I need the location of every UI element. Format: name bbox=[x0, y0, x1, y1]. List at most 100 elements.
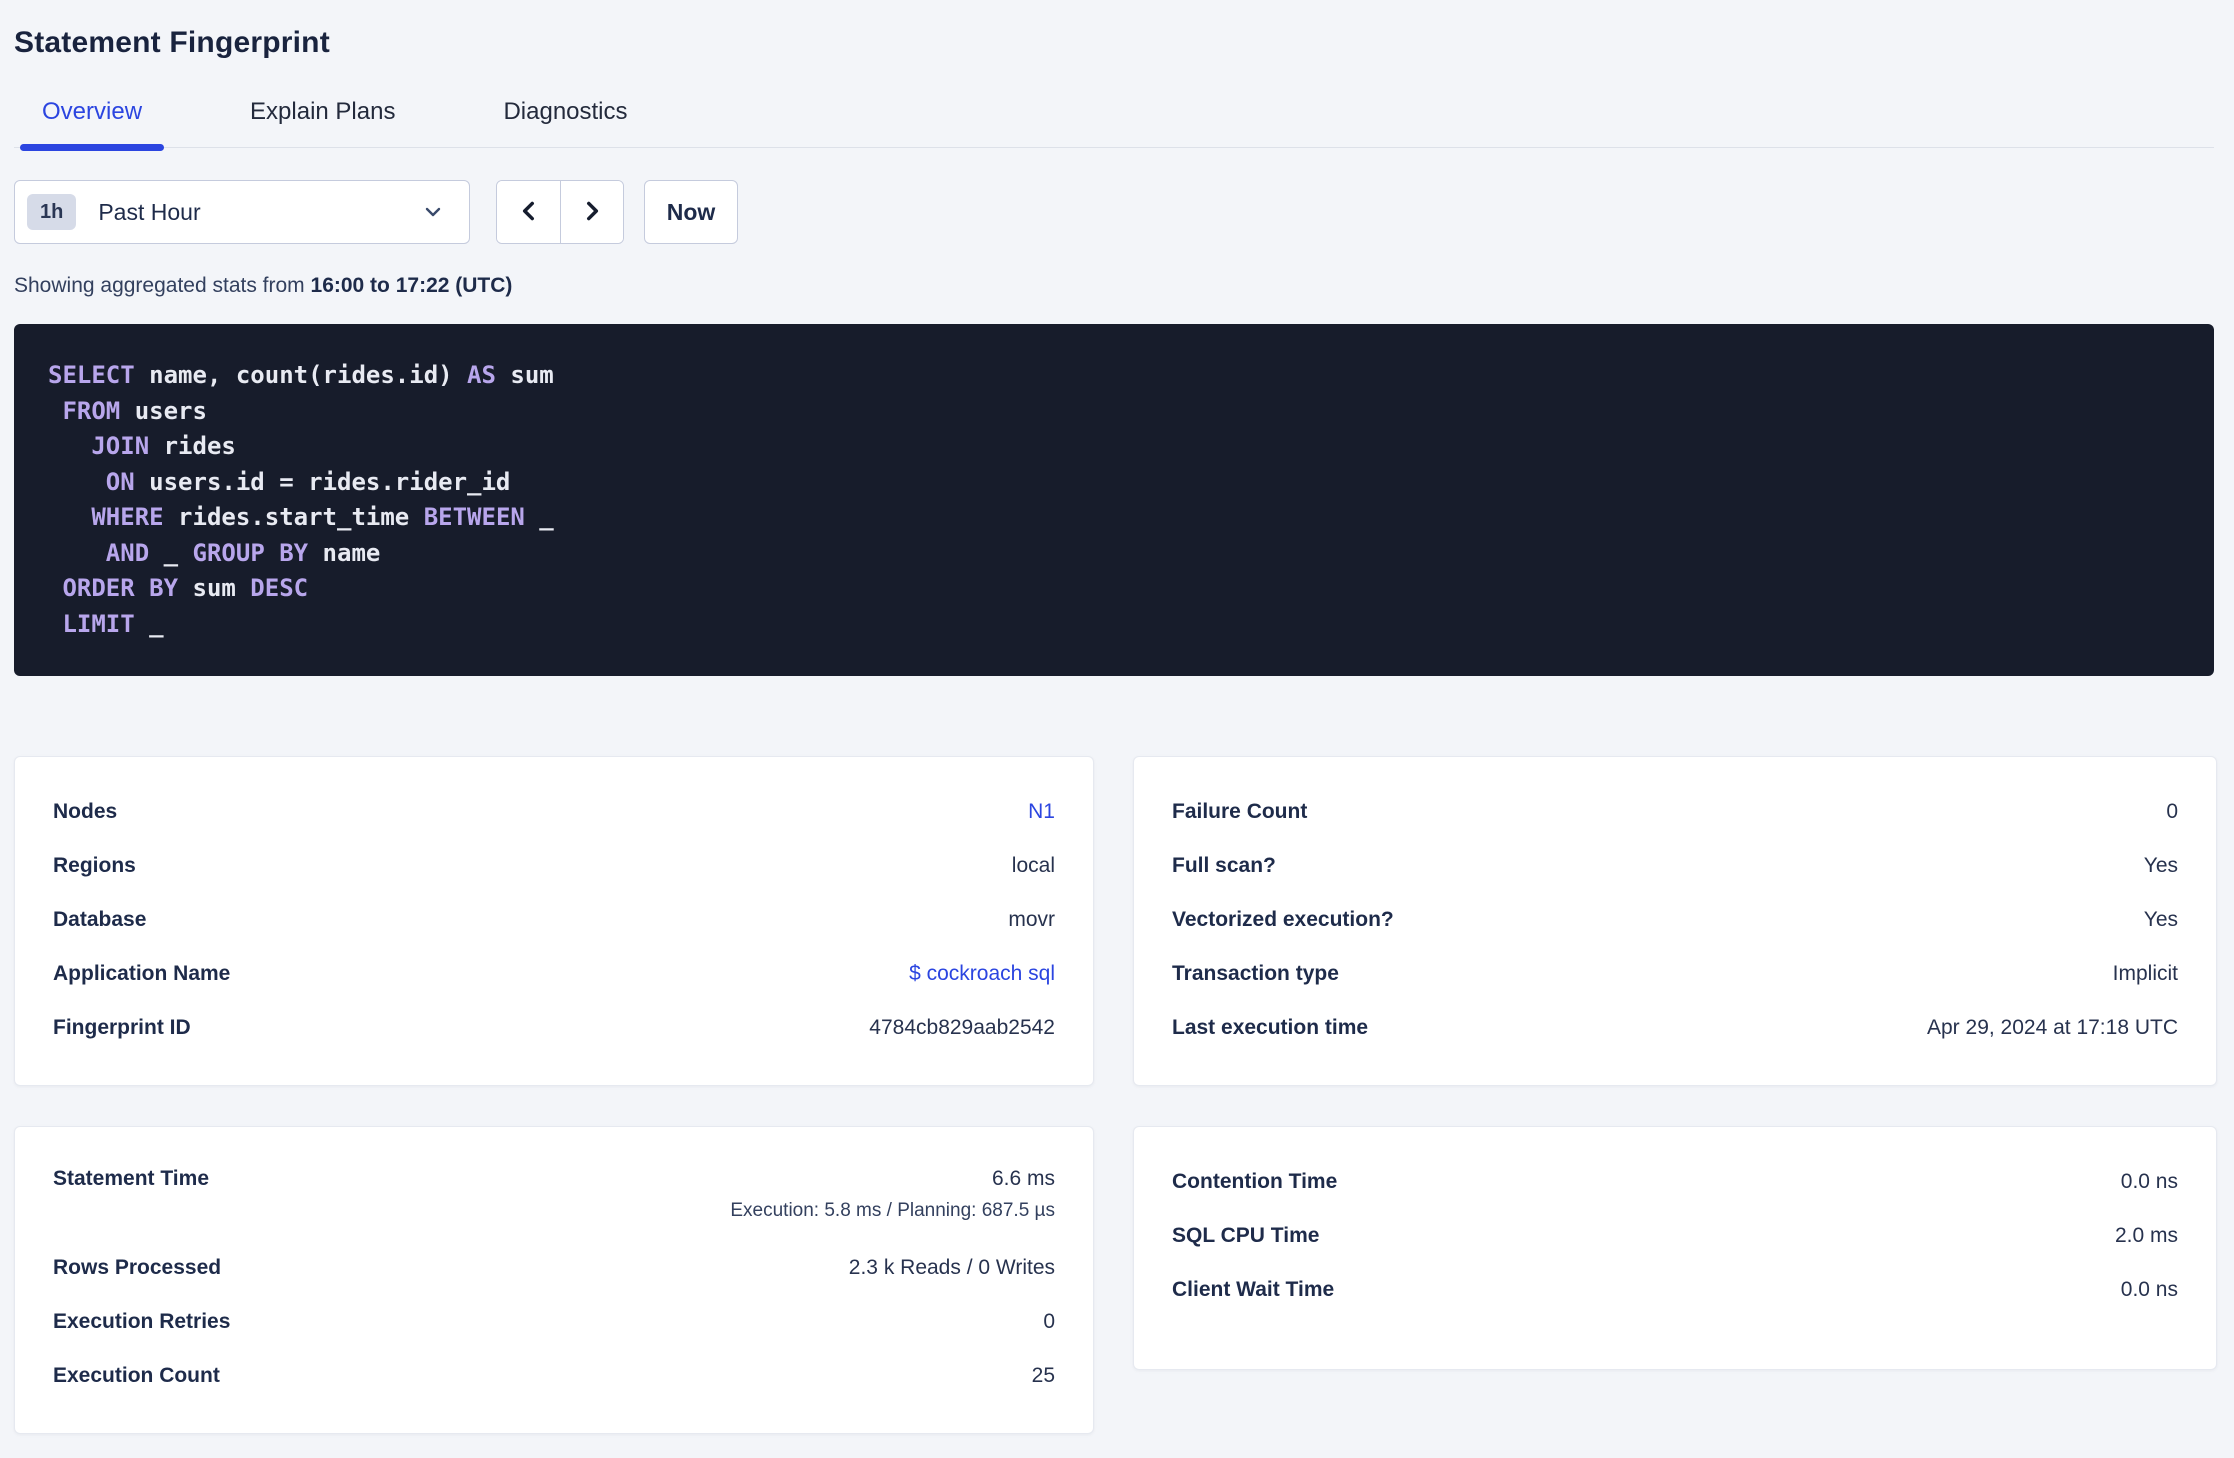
stat-value-vectorized-execution: Yes bbox=[2143, 908, 2178, 931]
stat-value-transaction-type: Implicit bbox=[2112, 962, 2178, 985]
tab-explain-plans[interactable]: Explain Plans bbox=[228, 98, 417, 147]
stat-value-block: movr bbox=[1008, 908, 1055, 932]
stat-value-link-nodes[interactable]: N1 bbox=[1028, 800, 1055, 824]
stat-value-execution-count: 25 bbox=[1031, 1364, 1055, 1387]
stat-row: Failure Count 0 bbox=[1172, 785, 2178, 839]
sql-line: LIMIT _ bbox=[48, 607, 2180, 643]
sql-text: _ bbox=[134, 609, 164, 638]
time-range-label: Past Hour bbox=[98, 198, 201, 225]
stat-value-block: 2.0 ms bbox=[2115, 1224, 2178, 1248]
stat-value-block: N1 bbox=[1028, 800, 1055, 824]
stat-label-last-execution-time: Last execution time bbox=[1172, 1016, 1369, 1039]
sql-text: rides.start_time bbox=[163, 503, 424, 531]
page-title: Statement Fingerprint bbox=[14, 26, 330, 59]
stat-value-block: 0.0 ns bbox=[2121, 1170, 2178, 1194]
stat-subvalue: Execution: 5.8 ms / Planning: 687.5 µs bbox=[730, 1200, 1055, 1221]
stat-value-block: 2.3 k Reads / 0 Writes bbox=[849, 1256, 1055, 1280]
sql-keyword: JOIN bbox=[91, 432, 150, 460]
sql-fingerprint-block: SELECT name, count(rides.id) AS sum FROM… bbox=[14, 324, 2214, 676]
stat-value-regions: local bbox=[1011, 854, 1055, 877]
sql-line: FROM users bbox=[48, 394, 2180, 430]
tab-bar: Overview Explain Plans Diagnostics bbox=[14, 98, 2214, 151]
sql-text: users.id = rides.rider_id bbox=[134, 467, 511, 496]
sql-text: sum bbox=[178, 574, 251, 602]
stat-row: Nodes N1 bbox=[53, 785, 1055, 839]
stat-label-full-scan: Full scan? bbox=[1172, 854, 1276, 877]
stat-value-block: Implicit bbox=[2113, 962, 2178, 986]
stat-label-sql-cpu-time: SQL CPU Time bbox=[1172, 1224, 1320, 1247]
stat-value-block: Yes bbox=[2144, 854, 2178, 878]
statement-fingerprint-page: Statement Fingerprint Overview Explain Pl… bbox=[0, 0, 2234, 1434]
sql-line: SELECT name, count(rides.id) AS sum bbox=[48, 358, 2180, 394]
sql-keyword: AS bbox=[467, 361, 496, 389]
stat-row: Vectorized execution? Yes bbox=[1172, 893, 2178, 947]
stat-value-client-wait-time: 0.0 ns bbox=[2120, 1278, 2178, 1301]
stat-row: Client Wait Time 0.0 ns bbox=[1172, 1263, 2178, 1317]
stat-label-client-wait-time: Client Wait Time bbox=[1172, 1278, 1335, 1301]
stat-label-rows-processed: Rows Processed bbox=[53, 1256, 222, 1279]
stat-value-failure-count: 0 bbox=[2166, 800, 2178, 823]
sql-keyword: FROM bbox=[62, 396, 121, 425]
stat-value-link-application-name[interactable]: $ cockroach sql bbox=[909, 962, 1055, 986]
sql-text: _ bbox=[524, 503, 554, 531]
stat-label-execution-count: Execution Count bbox=[53, 1364, 220, 1387]
stat-row: Database movr bbox=[53, 893, 1055, 947]
stat-row: Fingerprint ID 4784cb829aab2542 bbox=[53, 1001, 1055, 1055]
chevron-down-icon bbox=[421, 200, 445, 224]
stat-label-failure-count: Failure Count bbox=[1172, 800, 1308, 823]
execution-attributes-card: Failure Count 0 Full scan? Yes Vectorized ex… bbox=[1133, 756, 2217, 1086]
stat-label-execution-retries: Execution Retries bbox=[53, 1310, 231, 1333]
stat-row: Statement Time 6.6 ms Execution: 5.8 ms / … bbox=[53, 1155, 1055, 1241]
sql-keyword: AND bbox=[105, 538, 150, 567]
time-range-badge: 1h bbox=[27, 194, 77, 230]
stat-value-block: 0 bbox=[2166, 800, 2178, 824]
stat-value-rows-processed: 2.3 k Reads / 0 Writes bbox=[848, 1256, 1055, 1279]
caption-prefix: Showing aggregated stats from bbox=[14, 274, 311, 297]
stat-row: Transaction type Implicit bbox=[1172, 947, 2178, 1001]
stat-row: Full scan? Yes bbox=[1172, 839, 2178, 893]
stat-value-block: local bbox=[1012, 854, 1055, 878]
stat-value-contention-time: 0.0 ns bbox=[2120, 1170, 2178, 1193]
sql-keyword: BETWEEN bbox=[423, 503, 525, 531]
stat-value-fingerprint-id: 4784cb829aab2542 bbox=[869, 1016, 1055, 1039]
aggregated-stats-caption: Showing aggregated stats from 16:00 to 1… bbox=[14, 274, 2214, 298]
stat-value-block: 6.6 ms Execution: 5.8 ms / Planning: 687.… bbox=[730, 1167, 1055, 1222]
stat-label-application-name: Application Name bbox=[53, 962, 231, 985]
stat-row: Rows Processed 2.3 k Reads / 0 Writes bbox=[53, 1241, 1055, 1295]
stat-value-block: Apr 29, 2024 at 17:18 UTC bbox=[1927, 1016, 2178, 1040]
chevron-left-icon bbox=[516, 198, 542, 227]
tab-label: Explain Plans bbox=[250, 98, 396, 125]
stat-value-last-execution-time: Apr 29, 2024 at 17:18 UTC bbox=[1927, 1016, 2178, 1039]
stat-label-transaction-type: Transaction type bbox=[1172, 962, 1339, 985]
sql-line: ORDER BY sum DESC bbox=[48, 571, 2180, 607]
tab-diagnostics[interactable]: Diagnostics bbox=[481, 98, 649, 147]
next-time-button[interactable] bbox=[560, 181, 623, 243]
stat-row: Last execution time Apr 29, 2024 at 17:18… bbox=[1172, 1001, 2178, 1055]
timing-card: Statement Time 6.6 ms Execution: 5.8 ms / … bbox=[14, 1126, 1094, 1434]
tab-label: Overview bbox=[42, 98, 143, 125]
sql-text: name bbox=[308, 538, 381, 567]
stats-cards: Nodes N1 Regions local Database movr Applicati… bbox=[14, 756, 2217, 1434]
stat-value-block: 25 bbox=[1032, 1364, 1055, 1388]
sql-text: rides bbox=[149, 432, 236, 460]
sql-keyword: GROUP BY bbox=[192, 538, 309, 567]
stat-value-statement-time: 6.6 ms bbox=[991, 1167, 1055, 1190]
stat-value-full-scan: Yes bbox=[2143, 854, 2178, 877]
prev-time-button[interactable] bbox=[497, 181, 560, 243]
sql-keyword: SELECT bbox=[48, 361, 135, 389]
sql-line: JOIN rides bbox=[48, 429, 2180, 465]
stat-row: Application Name $ cockroach sql bbox=[53, 947, 1055, 1001]
sql-keyword: ORDER BY bbox=[62, 574, 179, 602]
active-tab-underline bbox=[20, 144, 165, 151]
sql-line: ON users.id = rides.rider_id bbox=[48, 465, 2180, 501]
now-button[interactable]: Now bbox=[644, 180, 738, 244]
tab-overview[interactable]: Overview bbox=[20, 98, 165, 151]
time-step-group bbox=[496, 180, 624, 244]
stat-value-execution-retries: 0 bbox=[1043, 1310, 1055, 1333]
time-range-dropdown[interactable]: 1h Past Hour bbox=[14, 180, 470, 244]
